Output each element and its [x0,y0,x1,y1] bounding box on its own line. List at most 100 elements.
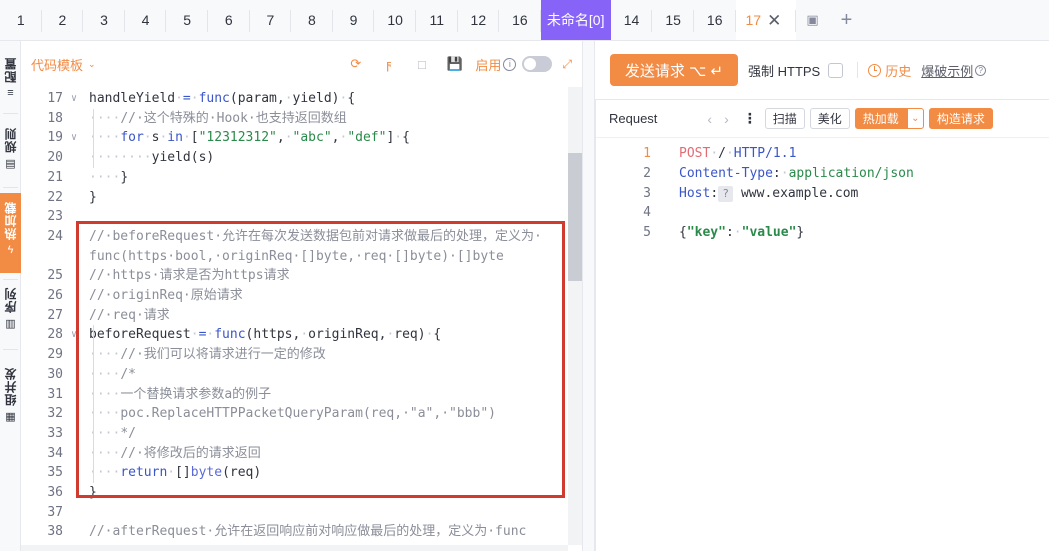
code-token: { [402,130,410,146]
code-text: //·afterRequest·允许在返回响应前对响应做最后的处理，定义为·fu… [89,522,526,542]
line-number: 34 [47,445,63,461]
tab-14[interactable]: 14 [611,0,653,40]
editor-vertical-scrollbar[interactable] [568,87,582,545]
tab-active[interactable]: 17 ✕ [735,0,796,40]
tab-label: 9 [349,12,358,28]
code-token: · [284,130,293,146]
code-text: ········yield(s) [89,148,214,168]
code-token: ···· [89,169,121,185]
sidenav-item-0[interactable]: 配置 ≡ [0,49,21,107]
unknown-host-icon: ? [718,185,734,202]
send-request-button[interactable]: 发送请求 ⌥ ↵ [610,54,738,86]
request-token: HTTP/1.1 [733,146,797,161]
tab-2[interactable]: 2 [42,0,84,40]
line-number: 20 [47,150,63,166]
close-icon[interactable]: ✕ [767,12,781,29]
save-icon[interactable]: ▣ [796,0,830,40]
info-icon[interactable]: i [503,57,517,71]
tab-1[interactable]: 1 [0,0,42,40]
brute-force-example-link[interactable]: 爆破示例 [921,61,973,80]
enable-toggle[interactable] [522,56,553,72]
request-text: Content-Type:·application/json [679,164,914,184]
request-token: · [733,225,742,241]
tab-11[interactable]: 11 [416,0,458,40]
fold-chevron-icon[interactable]: ∨ [71,89,83,109]
request-panel: 发送请求 ⌥ ↵ 强制 HTTPS 历史 爆破示例 ? Request ‹ › … [595,41,1049,551]
force-https-label: 强制 HTTPS [748,63,821,79]
tab-4[interactable]: 4 [125,0,167,40]
toggle-knob [524,58,537,70]
code-template-panel: 代码模板 ⌄ ⟳ ϝ □ 💾 启用 i ⤢ 17 ∨ handleYield·=·f… [21,41,582,551]
history-button[interactable]: 历史 [868,61,911,80]
request-token: · [710,146,719,161]
tab-3[interactable]: 3 [83,0,125,40]
code-token: , [276,130,285,146]
tab-label: 16 [706,12,723,28]
line-number: 28 [47,327,63,343]
sidenav-item-3[interactable]: 序列 ▥ [0,279,21,343]
tab-16[interactable]: 16 [499,0,541,40]
request-card-header: Request ‹ › ⋮ 扫描 美化 热加载 ⌄ 构造请求 [596,100,1049,138]
code-template-dropdown[interactable]: 代码模板 ⌄ [31,55,96,74]
code-token: · [284,91,293,106]
expand-icon[interactable]: ⤢ [562,57,572,72]
scan-button[interactable]: 扫描 [764,108,805,129]
code-token: · [190,91,199,106]
code-token: [ [190,130,199,146]
code-token: , [331,130,340,146]
add-tab-icon[interactable]: + [830,0,864,40]
request-token: "key" [686,225,726,241]
code-token: "12312312" [198,130,277,146]
code-token: yield) [292,91,340,106]
file-icon[interactable]: □ [405,57,438,72]
code-template-title: 代码模板 [31,57,84,73]
code-text: ····for·s·in·["12312312",·"abc",·"def"]·… [89,128,410,148]
more-options-icon[interactable]: ⋮ [743,110,757,127]
tab-label: 7 [266,12,275,28]
tab-12[interactable]: 12 [458,0,500,40]
hot-load-button[interactable]: 热加载 [854,108,907,129]
tab-10[interactable]: 10 [374,0,416,40]
beautify-button[interactable]: 美化 [809,108,850,129]
build-request-button[interactable]: 构造请求 [928,108,993,129]
request-token: · [780,165,789,181]
line-number: 4 [643,205,651,221]
tab-label: 4 [141,12,150,28]
line-number: 22 [47,189,63,205]
force-https-checkbox[interactable] [828,62,844,78]
editor-horizontal-scrollbar[interactable] [21,545,568,551]
request-token: "value" [741,225,797,241]
tab-label: 14 [623,12,640,28]
force-https-option[interactable]: 强制 HTTPS [748,61,844,80]
tab-label: 5 [183,12,192,28]
sidenav-item-2[interactable]: 热加载 ϟ [0,193,21,273]
panel-splitter[interactable] [582,41,595,551]
refresh-icon[interactable]: ⟳ [339,56,372,72]
code-token: "abc" [292,130,332,146]
chevron-right-icon[interactable]: › [724,111,729,127]
save-icon[interactable]: 💾 [438,56,471,72]
tab-unnamed[interactable]: 未命名[0] [540,0,611,40]
tab-7[interactable]: 7 [250,0,292,40]
chevron-down-icon[interactable]: ⌄ [906,108,924,129]
line-number: 21 [47,169,63,185]
tab-15[interactable]: 15 [652,0,694,40]
tab-5[interactable]: 5 [166,0,208,40]
enable-label: 启用 [475,57,502,73]
tab-8[interactable]: 8 [291,0,333,40]
help-icon[interactable]: ? [975,64,987,76]
scrollbar-thumb[interactable] [568,153,582,281]
sidenav-item-4[interactable]: 组并发 ▦ [0,359,21,447]
code-token: func [198,91,230,106]
tab-9[interactable]: 9 [333,0,375,40]
sidenav-item-1[interactable]: 规则 ▤ [0,119,21,181]
fold-chevron-icon[interactable]: ∨ [71,128,83,148]
line-number: 17 [47,91,63,106]
tab-6[interactable]: 6 [208,0,250,40]
tab-16[interactable]: 16 [694,0,736,40]
bolt-icon[interactable]: ϝ [372,57,405,72]
tab-label: 2 [58,12,67,28]
chevron-left-icon[interactable]: ‹ [707,111,712,127]
line-number: 32 [47,406,63,422]
line-number: 27 [47,307,63,323]
